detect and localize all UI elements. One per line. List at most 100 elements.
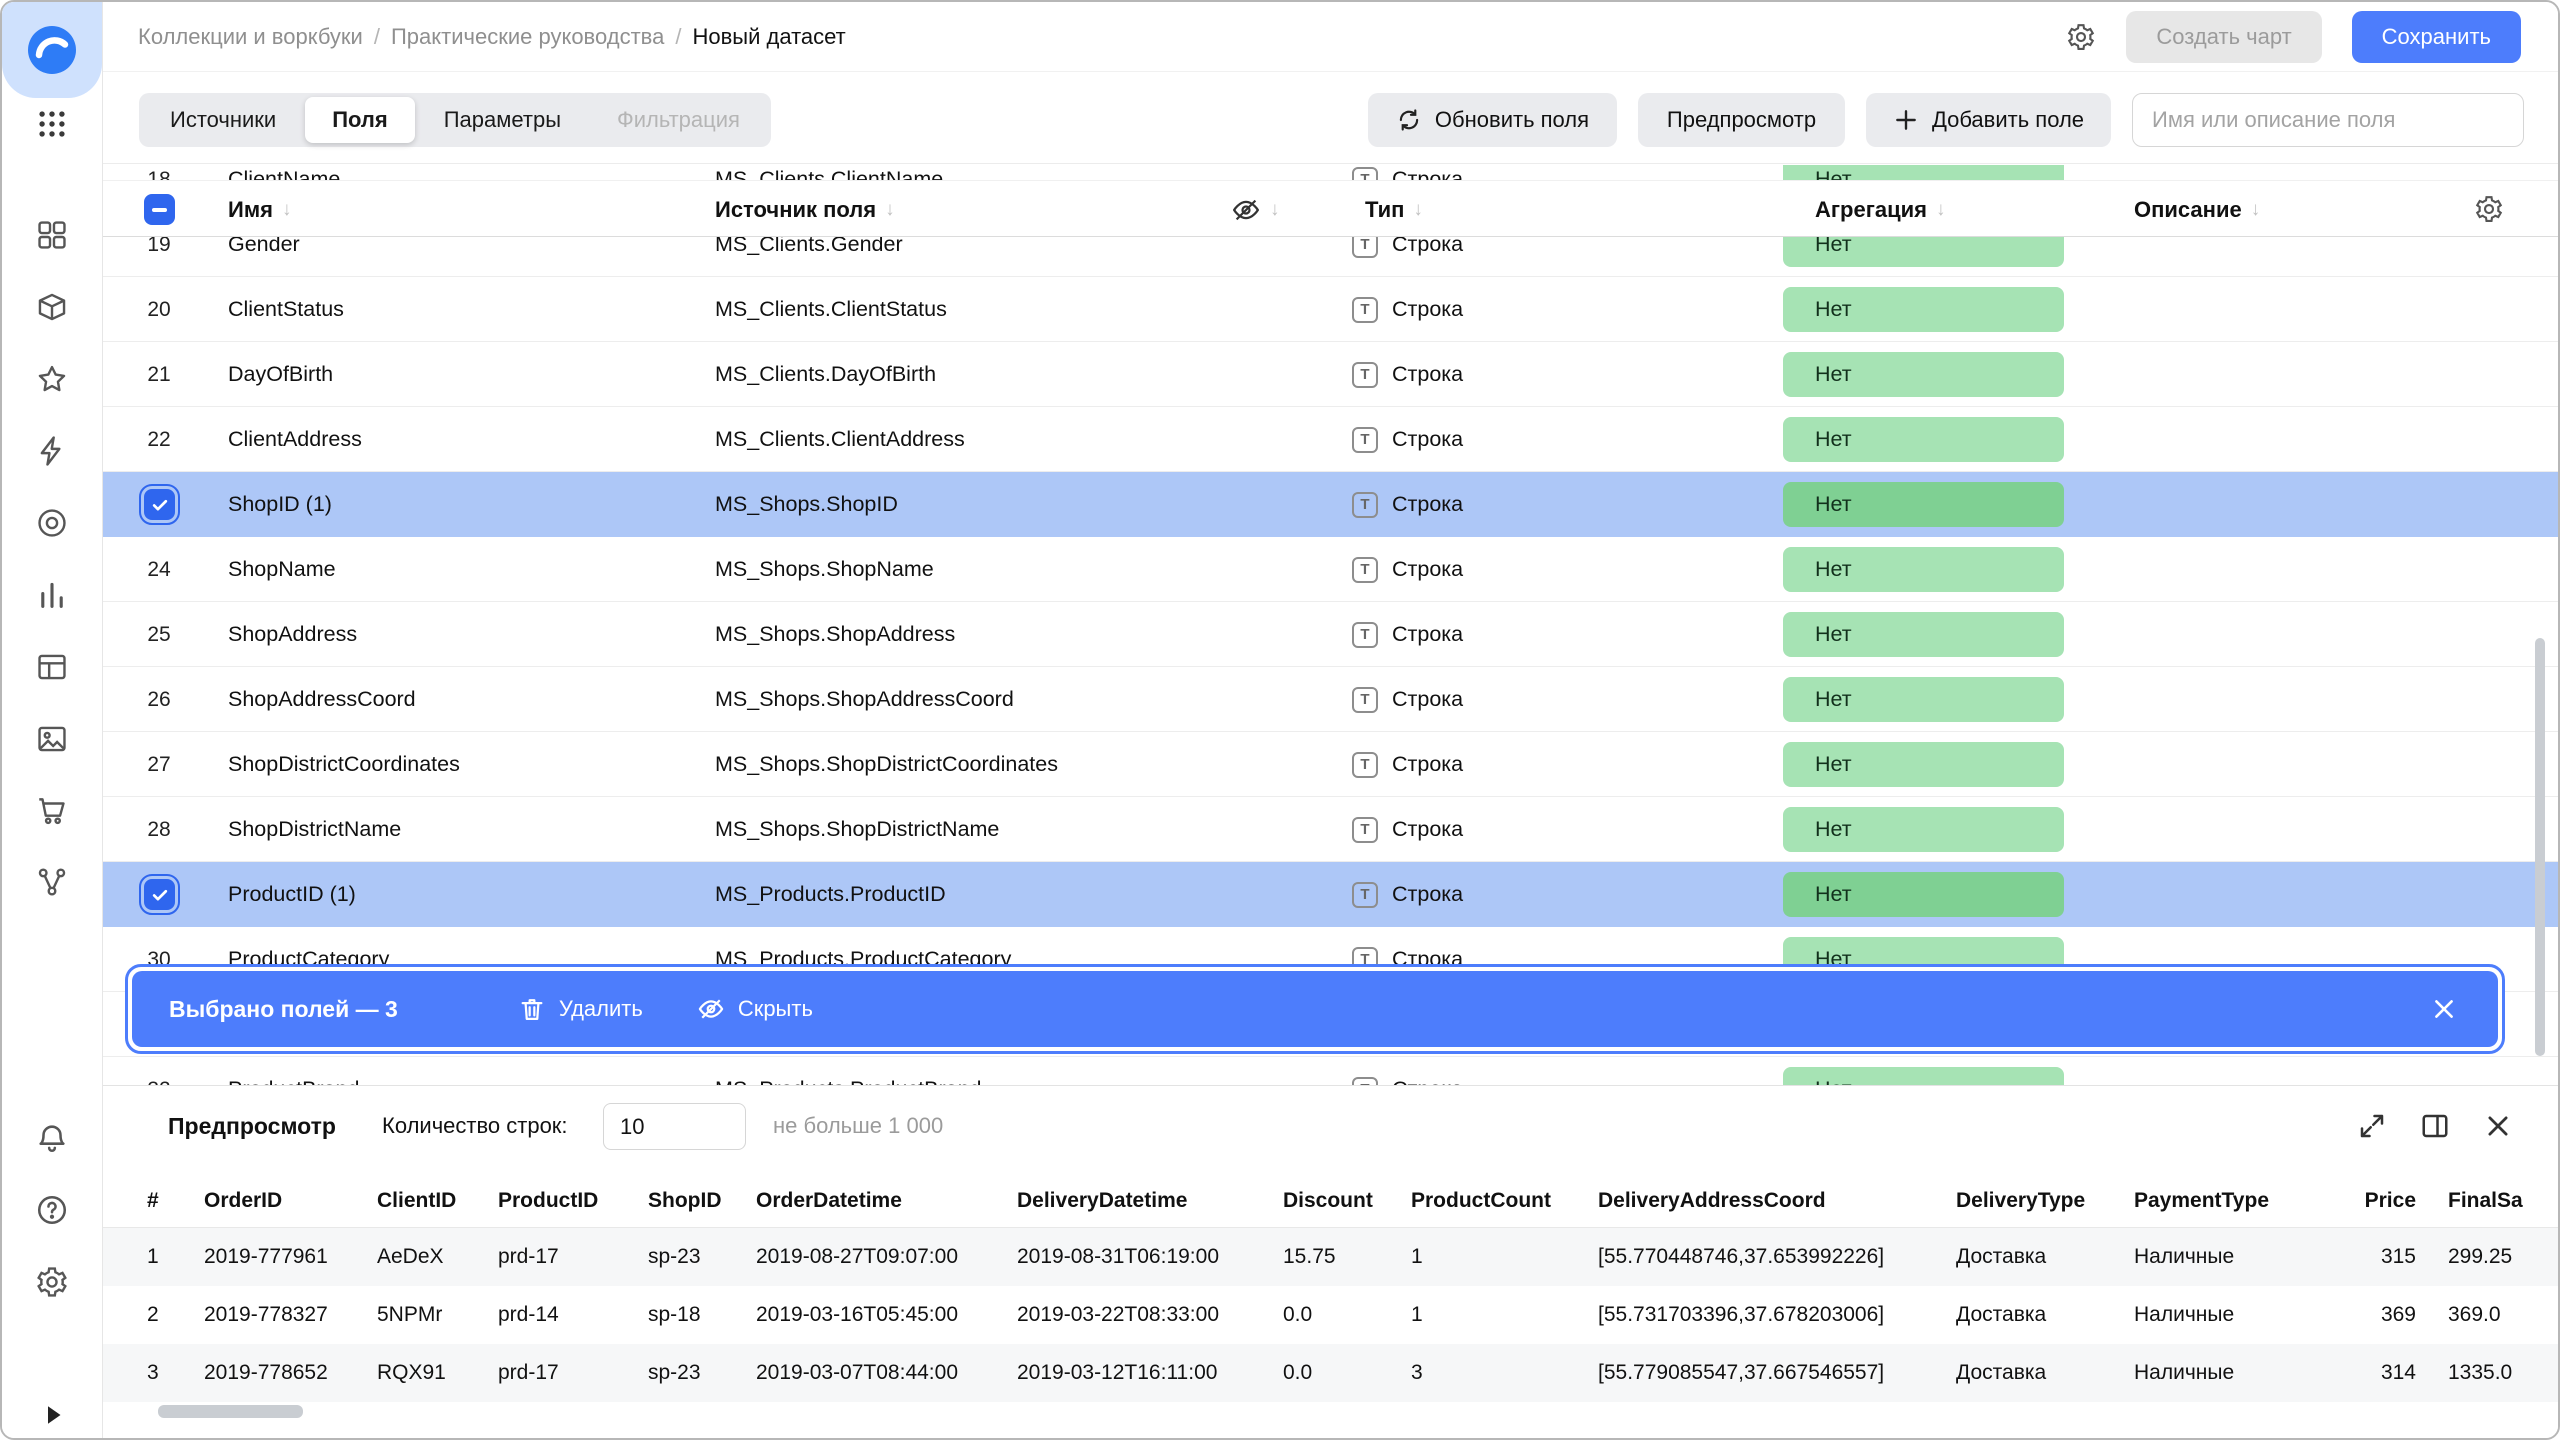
field-row[interactable]: 22 ClientAddress MS_Clients.ClientAddres… xyxy=(103,407,2558,472)
select-all-checkbox[interactable] xyxy=(144,194,175,225)
field-row[interactable]: 27 ShopDistrictCoordinates MS_Shops.Shop… xyxy=(103,732,2558,797)
field-source: MS_Clients.DayOfBirth xyxy=(715,342,936,407)
sort-down-icon: ↓ xyxy=(2251,199,2261,221)
preview-cell: sp-23 xyxy=(648,1245,756,1269)
column-header-name[interactable]: Имя↓ xyxy=(228,181,291,238)
horizontal-scrollbar[interactable] xyxy=(158,1405,303,1418)
table-icon[interactable] xyxy=(35,650,69,684)
columns-settings-gear-icon[interactable] xyxy=(2474,194,2504,224)
aggregation-badge[interactable]: Нет xyxy=(1783,352,2064,397)
image-icon[interactable] xyxy=(35,722,69,756)
lightning-icon[interactable] xyxy=(35,434,69,468)
column-header-source[interactable]: Источник поля↓ xyxy=(715,181,895,238)
refresh-fields-button[interactable]: Обновить поля xyxy=(1368,93,1617,147)
aggregation-badge[interactable]: Нет xyxy=(1783,482,2064,527)
tab-sources[interactable]: Источники xyxy=(143,97,303,143)
field-type: T Строка xyxy=(1352,407,1463,472)
preview-column-header: Discount xyxy=(1283,1189,1411,1213)
field-name: ProductBrand xyxy=(228,1057,359,1085)
trash-icon xyxy=(518,995,546,1023)
field-row[interactable]: 28 ShopDistrictName MS_Shops.ShopDistric… xyxy=(103,797,2558,862)
string-type-icon: T xyxy=(1352,882,1378,908)
field-search-input[interactable] xyxy=(2132,93,2524,147)
field-row[interactable]: 26 ShopAddressCoord MS_Shops.ShopAddress… xyxy=(103,667,2558,732)
row-checkbox[interactable] xyxy=(144,489,175,520)
row-number: 21 xyxy=(129,342,189,407)
column-header-description[interactable]: Описание↓ xyxy=(2134,181,2260,238)
field-name: ShopDistrictName xyxy=(228,797,401,862)
field-row[interactable]: 23 ShopID (1) MS_Shops.ShopID T Строка Н… xyxy=(103,472,2558,537)
column-header-type[interactable]: Тип↓ xyxy=(1365,181,1423,238)
eye-off-icon xyxy=(1231,195,1261,225)
column-header-hidden[interactable]: ↓ xyxy=(1231,181,1280,238)
preview-cell: sp-23 xyxy=(648,1361,756,1385)
target-icon[interactable] xyxy=(35,506,69,540)
field-source: MS_Clients.ClientAddress xyxy=(715,407,965,472)
tab-fields[interactable]: Поля xyxy=(305,97,415,143)
aggregation-badge[interactable]: Нет xyxy=(1783,872,2064,917)
field-row[interactable]: 24 ShopName MS_Shops.ShopName T Строка Н… xyxy=(103,537,2558,602)
preview-cell: 1 xyxy=(1411,1245,1598,1269)
split-panel-icon[interactable] xyxy=(2420,1111,2450,1141)
preview-cell: 3 xyxy=(1411,1361,1598,1385)
settings-gear-icon[interactable] xyxy=(35,1265,69,1299)
preview-cell: Доставка xyxy=(1956,1361,2134,1385)
type-label: Строка xyxy=(1392,752,1463,777)
field-name: ShopName xyxy=(228,537,336,602)
field-row[interactable]: 29 ProductID (1) MS_Products.ProductID T… xyxy=(103,862,2558,927)
dataset-settings-gear-icon[interactable] xyxy=(2066,22,2096,52)
hide-selected-label: Скрыть xyxy=(738,996,813,1022)
field-row[interactable]: 21 DayOfBirth MS_Clients.DayOfBirth T Ст… xyxy=(103,342,2558,407)
row-number: 24 xyxy=(129,537,189,602)
add-field-button[interactable]: Добавить поле xyxy=(1866,93,2111,147)
close-selection-icon[interactable] xyxy=(2430,995,2458,1023)
preview-cell: 1 xyxy=(1411,1303,1598,1327)
save-button[interactable]: Сохранить xyxy=(2352,11,2521,63)
apps-grid-icon[interactable] xyxy=(35,107,69,141)
widgets-icon[interactable] xyxy=(35,218,69,252)
field-name: DayOfBirth xyxy=(228,342,333,407)
tab-parameters[interactable]: Параметры xyxy=(417,97,588,143)
hide-selected-button[interactable]: Скрыть xyxy=(697,995,813,1023)
aggregation-badge[interactable]: Нет xyxy=(1783,287,2064,332)
aggregation-badge[interactable]: Нет xyxy=(1783,807,2064,852)
dataset-toolbar: Источники Поля Параметры Фильтрация Обно… xyxy=(103,72,2558,164)
field-row[interactable]: 32 ProductBrand MS_Products.ProductBrand… xyxy=(103,1057,2558,1085)
cart-icon[interactable] xyxy=(35,793,69,827)
aggregation-badge[interactable]: Нет xyxy=(1783,742,2064,787)
aggregation-badge[interactable]: Нет xyxy=(1783,417,2064,462)
row-number: 26 xyxy=(129,667,189,732)
expand-sidebar-icon[interactable] xyxy=(38,1400,68,1430)
datalens-logo-icon[interactable] xyxy=(26,24,78,76)
field-name: ClientAddress xyxy=(228,407,362,472)
aggregation-badge[interactable]: Нет xyxy=(1783,677,2064,722)
column-header-aggregation[interactable]: Агрегация↓ xyxy=(1815,181,1946,238)
topbar-actions: Создать чарт Сохранить xyxy=(2066,11,2521,63)
flow-icon[interactable] xyxy=(35,865,69,899)
expand-preview-icon[interactable] xyxy=(2357,1111,2387,1141)
close-preview-icon[interactable] xyxy=(2483,1111,2513,1141)
breadcrumb-workbook[interactable]: Практические руководства xyxy=(391,24,664,50)
aggregation-badge[interactable]: Нет xyxy=(1783,1067,2064,1085)
bell-icon[interactable] xyxy=(35,1121,69,1155)
aggregation-badge[interactable]: Нет xyxy=(1783,547,2064,592)
row-checkbox[interactable] xyxy=(144,879,175,910)
preview-cell: 314 xyxy=(2334,1361,2424,1385)
field-row[interactable]: 25 ShopAddress MS_Shops.ShopAddress T Ст… xyxy=(103,602,2558,667)
preview-cell: 369.0 xyxy=(2424,1303,2558,1327)
row-count-input[interactable] xyxy=(603,1103,746,1150)
breadcrumb-collections[interactable]: Коллекции и воркбуки xyxy=(138,24,363,50)
preview-toggle-button[interactable]: Предпросмотр xyxy=(1638,93,1845,147)
star-icon[interactable] xyxy=(35,362,69,396)
aggregation-badge[interactable]: Нет xyxy=(1783,612,2064,657)
help-icon[interactable] xyxy=(35,1193,69,1227)
string-type-icon: T xyxy=(1352,687,1378,713)
field-row[interactable]: 20 ClientStatus MS_Clients.ClientStatus … xyxy=(103,277,2558,342)
preview-cell: 2019-08-31T06:19:00 xyxy=(1017,1245,1283,1269)
box-icon[interactable] xyxy=(35,290,69,324)
preview-cell: 2019-08-27T09:07:00 xyxy=(756,1245,1017,1269)
delete-selected-button[interactable]: Удалить xyxy=(518,995,643,1023)
vertical-scrollbar[interactable] xyxy=(2535,638,2545,1056)
bar-chart-icon[interactable] xyxy=(35,578,69,612)
field-type: T Строка xyxy=(1352,342,1463,407)
